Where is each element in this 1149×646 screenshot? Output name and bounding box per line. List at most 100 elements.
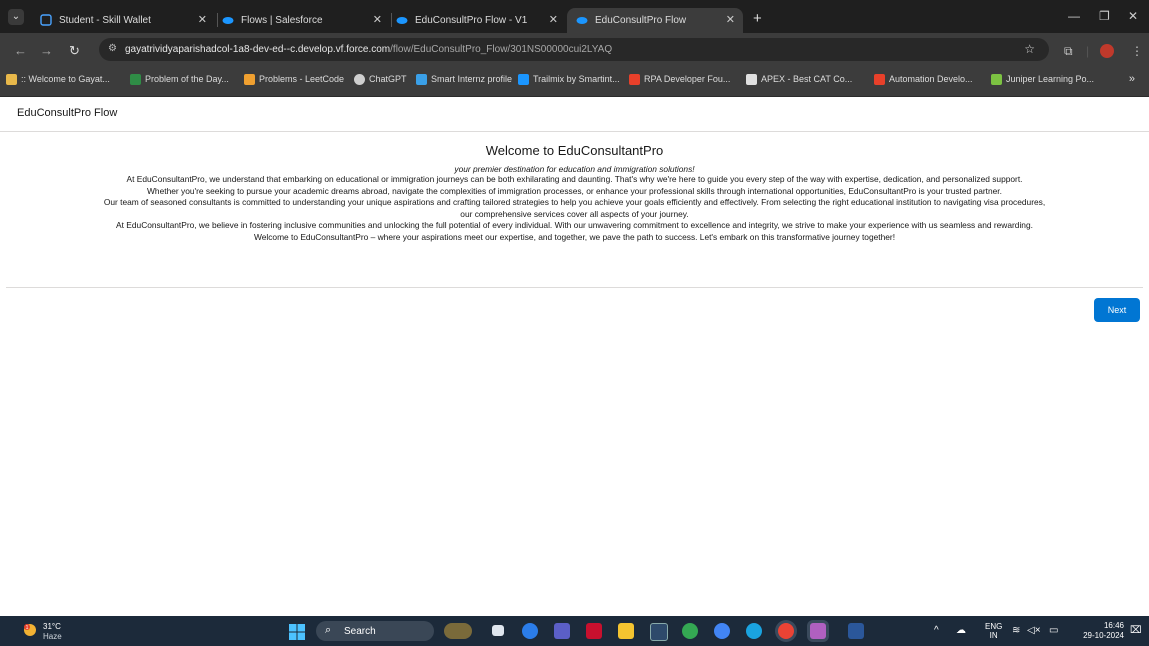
- flow-screen-content: Welcome to EduConsultantPro your premier…: [0, 138, 1149, 244]
- bookmark-label: Trailmix by Smartint...: [533, 74, 620, 84]
- bookmark-gvp[interactable]: :: Welcome to Gayat...: [6, 74, 110, 86]
- tab-label: Flows | Salesforce: [241, 15, 323, 26]
- page-title: EduConsultPro Flow: [17, 107, 118, 119]
- tab-search-button[interactable]: ⌄: [8, 9, 24, 25]
- bookmark-trailmix[interactable]: Trailmix by Smartint...: [518, 74, 620, 86]
- chrome-profile-app-icon[interactable]: [714, 623, 730, 639]
- salesforce-cloud-icon: [222, 17, 234, 25]
- more-bookmarks-icon[interactable]: »: [1129, 73, 1135, 85]
- paragraph-2: Whether you're seeking to pursue your ac…: [147, 185, 1002, 196]
- tab-student-skill-wallet[interactable]: Student - Skill Wallet ✕: [40, 8, 215, 33]
- paragraph-3: Our team of seasoned consultants is comm…: [103, 197, 1046, 208]
- toolbar-divider: |: [1086, 44, 1090, 58]
- minimize-icon[interactable]: —: [1068, 9, 1080, 23]
- next-button[interactable]: Next: [1094, 298, 1140, 322]
- task-view-icon[interactable]: [492, 625, 504, 636]
- weather-temperature[interactable]: 31°C: [43, 622, 61, 631]
- site-settings-icon[interactable]: ⚙: [108, 43, 120, 55]
- bookmark-label: RPA Developer Fou...: [644, 74, 731, 84]
- close-window-icon[interactable]: ✕: [1128, 9, 1138, 23]
- copilot-app-icon[interactable]: [522, 623, 538, 639]
- windows-start-icon[interactable]: [289, 624, 305, 640]
- system-clock[interactable]: 16:46 29-10-2024: [1072, 621, 1124, 641]
- bookmark-chatgpt[interactable]: ChatGPT: [354, 74, 407, 86]
- language-code: ENG: [985, 622, 1003, 631]
- onedrive-cloud-icon[interactable]: ☁: [956, 625, 966, 636]
- pinned-app-icon[interactable]: [810, 623, 826, 639]
- volume-muted-icon[interactable]: ◁×: [1027, 625, 1041, 636]
- paragraph-6: Welcome to EduConsultantPro – where your…: [253, 231, 896, 242]
- gfg-icon: [130, 74, 141, 86]
- teams-app-icon[interactable]: [554, 623, 570, 639]
- bookmark-label: Problems - LeetCode: [259, 74, 345, 84]
- weather-haze-icon[interactable]: 1: [22, 622, 38, 638]
- show-hidden-icons-icon[interactable]: ^: [934, 625, 939, 636]
- search-icon: ⌕: [325, 624, 332, 636]
- tab-flows-salesforce[interactable]: Flows | Salesforce ✕: [222, 8, 390, 33]
- word-app-icon[interactable]: [848, 623, 864, 639]
- url-text[interactable]: gayatrividyaparishadcol-1a8-dev-ed--c.de…: [125, 38, 612, 61]
- trailhead-icon: [518, 74, 529, 86]
- bookmark-leetcode[interactable]: Problems - LeetCode: [244, 74, 345, 86]
- browser-menu-icon[interactable]: ⋮: [1131, 44, 1143, 58]
- bookmark-label: Problem of the Day...: [145, 74, 229, 84]
- region-code: IN: [989, 631, 998, 640]
- bookmark-label: Smart Internz profile: [431, 74, 513, 84]
- battery-icon[interactable]: ▭: [1049, 625, 1058, 636]
- skill-wallet-icon: [40, 14, 52, 27]
- widgets-app-icon[interactable]: [444, 623, 472, 639]
- bookmark-juniper[interactable]: Juniper Learning Po...: [991, 74, 1095, 86]
- footer-divider: [6, 287, 1143, 288]
- reload-icon[interactable]: ↻: [69, 43, 80, 59]
- wifi-icon[interactable]: ≋: [1012, 625, 1020, 636]
- back-icon[interactable]: ←: [14, 43, 27, 58]
- tab-educonsultpro-flow-v1[interactable]: EduConsultPro Flow - V1 ✕: [396, 8, 566, 33]
- chrome-active-app-icon[interactable]: [778, 623, 794, 639]
- bookmark-smartinternz[interactable]: Smart Internz profile: [416, 74, 513, 86]
- welcome-heading: Welcome to EduConsultantPro: [485, 143, 664, 158]
- uipath-icon: [629, 74, 640, 86]
- browser-toolbar: ← → ↻ ⚙ gayatrividyaparishadcol-1a8-dev-…: [0, 33, 1149, 67]
- restore-icon[interactable]: ❐: [1099, 9, 1110, 23]
- weather-condition[interactable]: Haze: [43, 632, 62, 641]
- close-icon[interactable]: ✕: [726, 8, 735, 33]
- clock-date: 29-10-2024: [1083, 631, 1124, 640]
- weather-badge: 1: [26, 625, 29, 631]
- url-host: gayatrividyaparishadcol-1a8-dev-ed--c.de…: [125, 44, 391, 55]
- edge-app-icon[interactable]: [746, 623, 762, 639]
- bookmark-label: Juniper Learning Po...: [1006, 74, 1095, 84]
- chrome-app-icon[interactable]: [682, 623, 698, 639]
- search-label: Search: [344, 626, 376, 637]
- tab-divider: [217, 13, 218, 27]
- bookmark-automation[interactable]: Automation Develo...: [874, 74, 973, 86]
- extensions-icon[interactable]: ⧉: [1064, 44, 1073, 59]
- tagline: your premier destination for education a…: [454, 164, 695, 174]
- taskbar-search[interactable]: ⌕ Search: [316, 621, 434, 641]
- language-indicator[interactable]: ENG IN: [985, 622, 1002, 640]
- browser-tab-strip: ⌄ Student - Skill Wallet ✕ Flows | Sales…: [0, 0, 1149, 33]
- url-path: /flow/EduConsultPro_Flow/301NS00000cui2L…: [390, 44, 613, 55]
- mcafee-app-icon[interactable]: [586, 623, 602, 639]
- bookmark-gfg[interactable]: Problem of the Day...: [130, 74, 229, 86]
- notification-icon[interactable]: ⌧: [1130, 625, 1142, 636]
- close-icon[interactable]: ✕: [198, 8, 207, 33]
- close-icon[interactable]: ✕: [549, 8, 558, 33]
- paragraph-5: At EduConsultantPro, we believe in foste…: [116, 220, 1033, 231]
- tab-educonsultpro-flow[interactable]: EduConsultPro Flow ✕: [567, 8, 743, 33]
- page-header: EduConsultPro Flow: [0, 97, 1149, 132]
- tab-label: EduConsultPro Flow - V1: [415, 15, 528, 26]
- bookmark-rpa[interactable]: RPA Developer Fou...: [629, 74, 731, 86]
- file-explorer-icon[interactable]: [618, 623, 634, 639]
- tab-divider: [391, 13, 392, 27]
- profile-avatar-icon[interactable]: [1100, 44, 1114, 61]
- store-app-icon[interactable]: [650, 623, 668, 641]
- forward-icon[interactable]: →: [40, 43, 53, 58]
- leetcode-icon: [244, 74, 255, 86]
- paragraph-1: At EduConsultantPro, we understand that …: [126, 174, 1023, 184]
- gvp-icon: [6, 74, 17, 86]
- new-tab-button[interactable]: +: [753, 8, 762, 30]
- bookmark-star-icon[interactable]: ☆: [1024, 42, 1035, 56]
- close-icon[interactable]: ✕: [373, 8, 382, 33]
- bookmark-apex[interactable]: APEX - Best CAT Co...: [746, 74, 852, 86]
- address-bar[interactable]: ⚙ gayatrividyaparishadcol-1a8-dev-ed--c.…: [99, 38, 1049, 61]
